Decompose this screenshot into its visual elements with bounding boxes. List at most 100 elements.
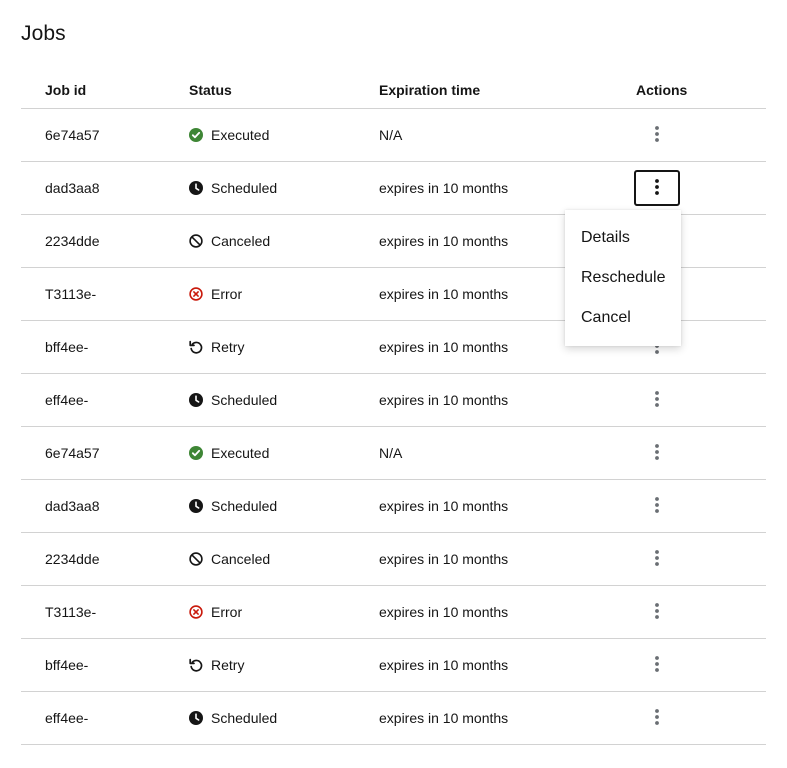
row-actions-kebab-button[interactable] [634,700,680,736]
page-title: Jobs [21,22,66,45]
table-row: dad3aa8 Scheduled expires in 10 months [21,161,766,215]
status-indicator: Retry [189,657,379,673]
status-label: Error [211,604,243,620]
status-label: Scheduled [211,180,278,196]
expiration-time-cell: expires in 10 months [379,585,636,639]
column-header-expiration-time: Expiration time [379,71,636,109]
status-label: Executed [211,127,270,143]
table-body: 6e74a57 Executed N/A dad3aa8 Scheduled expire… [21,108,766,745]
status-cell: Retry [189,638,379,692]
job-id-cell: eff4ee- [21,373,189,427]
status-label: Scheduled [211,710,278,726]
status-indicator: Canceled [189,551,379,567]
status-label: Retry [211,339,245,355]
job-id-cell: T3113e- [21,585,189,639]
job-id-cell: bff4ee- [21,320,189,374]
status-label: Scheduled [211,498,278,514]
error-circle-icon [189,287,203,301]
table-row: 6e74a57 Executed N/A [21,108,766,162]
status-indicator: Scheduled [189,180,379,196]
row-actions-kebab-button[interactable] [634,488,680,524]
table-row: bff4ee- Retry expires in 10 months [21,638,766,692]
status-indicator: Retry [189,339,379,355]
kebab-icon [655,443,659,463]
job-id-cell: T3113e- [21,267,189,321]
actions-cell [634,161,766,215]
status-cell: Scheduled [189,161,379,215]
table-row: dad3aa8 Scheduled expires in 10 months [21,479,766,533]
job-id-cell: 6e74a57 [21,426,189,480]
kebab-icon [655,549,659,569]
status-cell: Canceled [189,214,379,268]
row-actions-kebab-button[interactable] [634,117,680,153]
kebab-icon [655,496,659,516]
actions-dropdown-menu: Details Reschedule Cancel [565,210,681,346]
status-label: Executed [211,445,270,461]
status-cell: Retry [189,320,379,374]
expiration-time-cell: expires in 10 months [379,373,636,427]
kebab-icon [655,602,659,622]
job-id-cell: dad3aa8 [21,479,189,533]
retry-icon [189,658,203,672]
status-indicator: Scheduled [189,498,379,514]
row-actions-kebab-button[interactable] [634,435,680,471]
status-label: Scheduled [211,392,278,408]
menu-item-details[interactable]: Details [565,218,681,258]
retry-icon [189,340,203,354]
status-indicator: Canceled [189,233,379,249]
status-indicator: Scheduled [189,392,379,408]
menu-item-cancel[interactable]: Cancel [565,298,681,338]
status-cell: Scheduled [189,691,379,745]
kebab-icon [655,390,659,410]
menu-item-reschedule[interactable]: Reschedule [565,258,681,298]
row-actions-kebab-button[interactable] [634,594,680,630]
status-label: Error [211,286,243,302]
status-cell: Error [189,267,379,321]
status-cell: Executed [189,426,379,480]
row-actions-kebab-button[interactable] [634,647,680,683]
table-row: 6e74a57 Executed N/A [21,426,766,480]
status-cell: Error [189,585,379,639]
status-label: Canceled [211,233,271,249]
expiration-time-cell: N/A [379,426,636,480]
check-circle-icon [189,446,203,460]
check-circle-icon [189,128,203,142]
actions-cell [634,479,766,533]
actions-cell [634,691,766,745]
clock-icon [189,499,203,513]
status-cell: Scheduled [189,479,379,533]
table-row: 2234dde Canceled expires in 10 months [21,532,766,586]
status-indicator: Executed [189,127,379,143]
expiration-time-cell: N/A [379,108,636,162]
kebab-icon [655,178,659,198]
expiration-time-cell: expires in 10 months [379,161,636,215]
column-header-actions: Actions [636,71,766,109]
status-cell: Scheduled [189,373,379,427]
status-cell: Canceled [189,532,379,586]
status-indicator: Executed [189,445,379,461]
expiration-time-cell: expires in 10 months [379,532,636,586]
job-id-cell: dad3aa8 [21,161,189,215]
kebab-icon [655,125,659,145]
status-label: Retry [211,657,245,673]
table-row: T3113e- Error expires in 10 months [21,585,766,639]
actions-cell [634,638,766,692]
table-header-row: Job id Status Expiration time Actions [21,71,766,109]
expiration-time-cell: expires in 10 months [379,691,636,745]
status-label: Canceled [211,551,271,567]
job-id-cell: 6e74a57 [21,108,189,162]
ban-icon [189,552,203,566]
table-row: eff4ee- Scheduled expires in 10 months [21,373,766,427]
job-id-cell: bff4ee- [21,638,189,692]
table-row: eff4ee- Scheduled expires in 10 months [21,691,766,745]
row-actions-kebab-button[interactable] [634,382,680,418]
row-actions-kebab-button[interactable] [634,541,680,577]
clock-icon [189,181,203,195]
jobs-table: Job id Status Expiration time Actions 6e… [21,71,766,745]
actions-cell [634,108,766,162]
expiration-time-cell: expires in 10 months [379,638,636,692]
ban-icon [189,234,203,248]
status-cell: Executed [189,108,379,162]
status-indicator: Error [189,286,379,302]
row-actions-kebab-button[interactable] [634,170,680,206]
